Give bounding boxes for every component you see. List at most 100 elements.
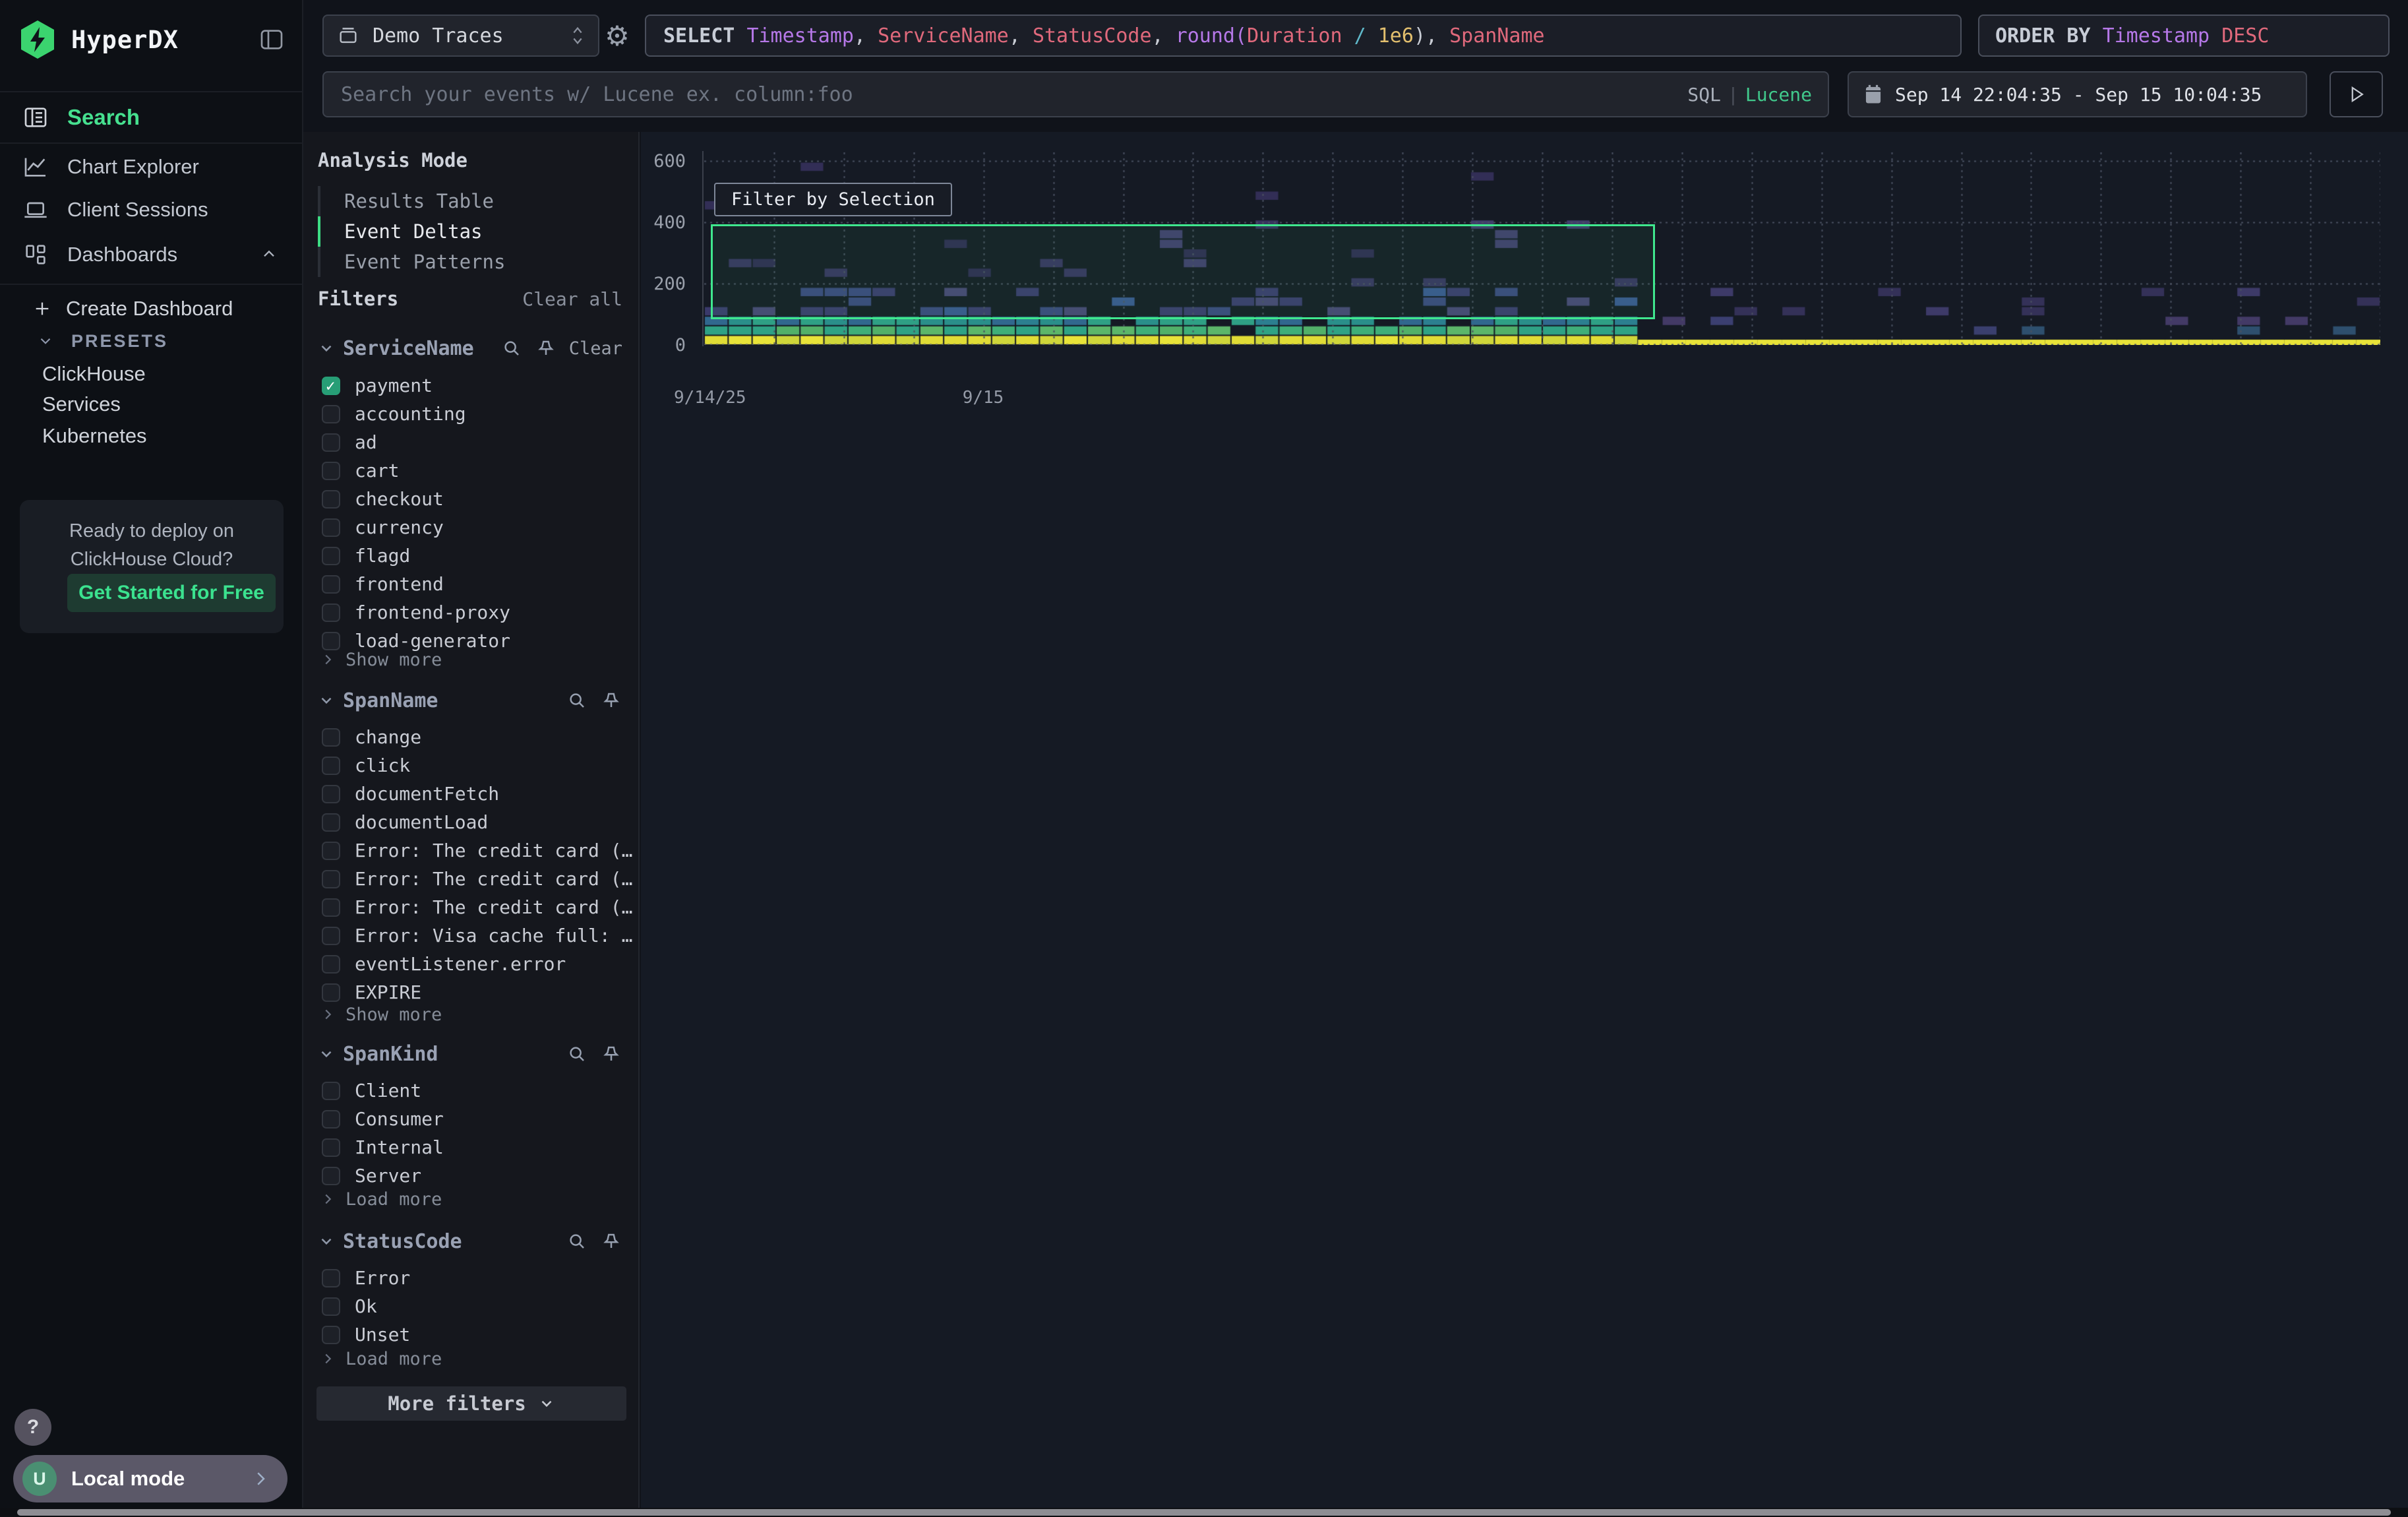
filter-option[interactable]: ad (318, 428, 632, 456)
sidebar-item-client-sessions[interactable]: Client Sessions (0, 189, 302, 230)
chevron-down-icon[interactable] (318, 1045, 335, 1063)
run-query-button[interactable] (2330, 71, 2383, 117)
filter-option[interactable]: Error: Visa cache full: … (318, 921, 632, 950)
checkbox[interactable] (322, 955, 340, 974)
checkbox[interactable] (322, 1110, 340, 1129)
checkbox[interactable] (322, 785, 340, 803)
checkbox[interactable] (322, 1269, 340, 1287)
checkbox[interactable] (322, 757, 340, 775)
gear-icon[interactable]: ⚙ (599, 15, 636, 57)
section-title[interactable]: StatusCode (343, 1230, 462, 1253)
checkbox[interactable] (322, 842, 340, 860)
filter-option[interactable]: frontend-proxy (318, 598, 632, 627)
checkbox[interactable] (322, 983, 340, 1002)
checkbox[interactable] (322, 898, 340, 917)
presets-toggle[interactable]: PRESETS (0, 325, 302, 357)
show-more-servicename[interactable]: Show more (320, 648, 442, 671)
lucene-mode-toggle[interactable]: Lucene (1745, 84, 1812, 106)
sidebar-item-clickhouse[interactable]: ClickHouse (0, 358, 302, 390)
horizontal-scrollbar-thumb[interactable] (17, 1509, 2391, 1516)
checkbox[interactable] (322, 1138, 340, 1157)
checkbox[interactable] (322, 1167, 340, 1185)
chevron-down-icon[interactable] (318, 340, 335, 357)
analysis-mode-option[interactable]: Event Patterns (318, 247, 621, 277)
filter-option[interactable]: flagd (318, 542, 632, 570)
show-more-spanname[interactable]: Show more (320, 1003, 442, 1026)
chevron-down-icon[interactable] (318, 1233, 335, 1250)
checkbox[interactable] (322, 405, 340, 423)
checkbox[interactable] (322, 462, 340, 480)
local-mode-menu[interactable]: U Local mode (13, 1455, 287, 1502)
sidebar-item-chart-explorer[interactable]: Chart Explorer (0, 146, 302, 187)
filter-option[interactable]: documentLoad (318, 808, 632, 836)
pin-icon[interactable] (535, 337, 557, 359)
source-select[interactable]: Demo Traces (322, 15, 599, 57)
more-filters-button[interactable]: More filters (316, 1386, 626, 1421)
filter-option[interactable]: cart (318, 456, 632, 485)
filter-option[interactable]: documentFetch (318, 780, 632, 808)
search-icon[interactable] (566, 1230, 588, 1253)
clear-all-button[interactable]: Clear all (522, 288, 622, 310)
filter-option[interactable]: eventListener.error (318, 950, 632, 978)
checkbox[interactable] (322, 490, 340, 509)
analysis-mode-option[interactable]: Event Deltas (318, 216, 621, 247)
section-title[interactable]: SpanKind (343, 1043, 438, 1066)
filter-option[interactable]: currency (318, 513, 632, 542)
checkbox[interactable] (322, 927, 340, 945)
filter-option[interactable]: Server (318, 1161, 632, 1190)
pin-icon[interactable] (600, 689, 622, 712)
checkbox[interactable] (322, 518, 340, 537)
section-title[interactable]: ServiceName (343, 337, 474, 360)
checkbox[interactable] (322, 1082, 340, 1100)
filter-option[interactable]: payment (318, 371, 632, 400)
chevron-down-icon[interactable] (318, 692, 335, 709)
sidebar-item-dashboards[interactable]: Dashboards (0, 234, 302, 275)
checkbox[interactable] (322, 433, 340, 452)
sidebar-item-search[interactable]: Search (0, 91, 302, 144)
checkbox[interactable] (322, 813, 340, 832)
order-by-input[interactable]: ORDER BY Timestamp DESC (1978, 15, 2390, 57)
sidebar-item-kubernetes[interactable]: Kubernetes (0, 420, 302, 452)
checkbox[interactable] (322, 728, 340, 747)
checkbox[interactable] (322, 1326, 340, 1344)
filter-option[interactable]: Unset (318, 1320, 632, 1349)
filter-option[interactable]: Error: The credit card (… (318, 836, 632, 865)
filter-by-selection-button[interactable]: Filter by Selection (714, 183, 952, 216)
filter-option[interactable]: frontend (318, 570, 632, 598)
checkbox[interactable] (322, 870, 340, 888)
pin-icon[interactable] (600, 1230, 622, 1253)
search-icon[interactable] (500, 337, 523, 359)
sidebar-collapse-icon[interactable] (257, 25, 286, 54)
sidebar-item-services[interactable]: Services (0, 388, 302, 420)
filter-option[interactable]: Consumer (318, 1105, 632, 1133)
checkbox[interactable] (322, 604, 340, 622)
load-more-statuscode[interactable]: Load more (320, 1347, 442, 1371)
date-range-picker[interactable]: Sep 14 22:04:35 - Sep 15 10:04:35 (1848, 71, 2307, 117)
search-icon[interactable] (566, 1043, 588, 1065)
pin-icon[interactable] (600, 1043, 622, 1065)
filter-option[interactable]: Ok (318, 1292, 632, 1320)
load-more-spankind[interactable]: Load more (320, 1187, 442, 1211)
get-started-button[interactable]: Get Started for Free (67, 574, 276, 612)
filter-option[interactable]: click (318, 751, 632, 780)
help-button[interactable]: ? (15, 1409, 51, 1446)
search-icon[interactable] (566, 689, 588, 712)
checkbox[interactable] (322, 1297, 340, 1316)
search-events-input[interactable]: Search your events w/ Lucene ex. column:… (322, 71, 1829, 117)
checkbox[interactable] (322, 377, 340, 395)
filter-option[interactable]: accounting (318, 400, 632, 428)
filter-option[interactable]: Error: The credit card (… (318, 893, 632, 921)
filter-option[interactable]: Client (318, 1076, 632, 1105)
sql-select-input[interactable]: SELECT Timestamp, ServiceName, StatusCod… (645, 15, 1962, 57)
filter-option[interactable]: Error: The credit card (… (318, 865, 632, 893)
checkbox[interactable] (322, 575, 340, 594)
filter-option[interactable]: Error (318, 1264, 632, 1292)
filter-option[interactable]: checkout (318, 485, 632, 513)
chart-selection-rect[interactable] (711, 224, 1655, 319)
section-clear-button[interactable]: Clear (569, 338, 622, 359)
analysis-mode-option[interactable]: Results Table (318, 186, 621, 216)
checkbox[interactable] (322, 547, 340, 565)
filter-option[interactable]: change (318, 723, 632, 751)
sql-mode-toggle[interactable]: SQL (1687, 84, 1721, 106)
section-title[interactable]: SpanName (343, 689, 438, 712)
